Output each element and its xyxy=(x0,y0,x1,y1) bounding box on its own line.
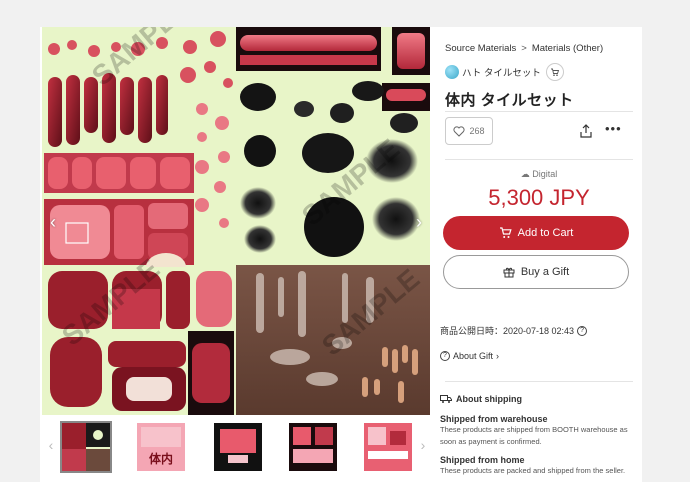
breadcrumb-materials-other[interactable]: Materials (Other) xyxy=(532,43,603,54)
product-price: 5,300 JPY xyxy=(488,185,590,210)
product-type: ☁ Digital xyxy=(445,169,633,180)
thumbnail-2[interactable]: 体内 xyxy=(137,423,185,471)
like-count: 268 xyxy=(469,126,485,136)
shop-link[interactable]: ハト タイルセット xyxy=(445,63,564,81)
divider xyxy=(445,381,633,382)
thumbnail-caption: 体内 xyxy=(149,451,173,466)
published-date: 商品公開日時：2020-07-18 02:43 ? xyxy=(440,324,588,337)
add-to-cart-button[interactable]: Add to Cart xyxy=(443,216,629,250)
product-title: 体内 タイルセット xyxy=(445,92,574,109)
cloud-icon: ☁ xyxy=(520,169,530,179)
about-shipping-label: About shipping xyxy=(456,394,522,404)
buy-gift-label: Buy a Gift xyxy=(520,266,570,278)
product-info-panel: Source Materials > Materials (Other) ハト タイ… xyxy=(440,27,633,482)
cart-icon xyxy=(499,227,512,238)
help-icon[interactable]: ? xyxy=(577,325,588,336)
thumbnail-5[interactable] xyxy=(364,423,412,471)
home-description: These products are packed and shipped fr… xyxy=(440,466,626,475)
add-to-cart-label: Add to Cart xyxy=(517,227,574,239)
divider xyxy=(445,111,633,112)
buy-gift-button[interactable]: Buy a Gift xyxy=(443,255,629,289)
warehouse-title: Shipped from warehouse xyxy=(440,414,548,424)
share-icon[interactable] xyxy=(578,123,594,139)
warehouse-description: These products are shipped from BOOTH wa… xyxy=(440,425,628,446)
thumb-prev-arrow[interactable]: ‹ xyxy=(46,437,56,453)
chevron-right-icon: › xyxy=(496,351,500,361)
product-card: SAMPLE SAMPLE SAMPLE SAMPLE ‹ › ‹ 体内 › S… xyxy=(40,27,642,482)
published-text: 商品公開日時：2020-07-18 02:43 xyxy=(440,326,575,336)
more-options-icon[interactable]: ••• xyxy=(605,122,621,139)
breadcrumb: Source Materials > Materials (Other) xyxy=(445,43,603,54)
heart-icon xyxy=(453,125,466,137)
thumbnail-1[interactable] xyxy=(60,421,112,473)
shop-cart-icon[interactable] xyxy=(545,63,564,81)
divider xyxy=(445,159,633,160)
truck-icon xyxy=(440,395,452,403)
main-product-image[interactable]: SAMPLE SAMPLE SAMPLE SAMPLE ‹ › xyxy=(42,27,430,415)
home-title: Shipped from home xyxy=(440,455,525,465)
prev-image-arrow[interactable]: ‹ xyxy=(46,212,60,232)
gift-icon xyxy=(503,267,515,278)
image-gallery: SAMPLE SAMPLE SAMPLE SAMPLE ‹ › ‹ 体内 › xyxy=(40,27,430,482)
about-gift-label: About Gift xyxy=(453,351,494,361)
breadcrumb-separator: > xyxy=(521,43,527,54)
thumbnail-3[interactable] xyxy=(214,423,262,471)
product-type-label: Digital xyxy=(532,169,558,179)
page: SAMPLE SAMPLE SAMPLE SAMPLE ‹ › ‹ 体内 › S… xyxy=(0,0,690,482)
thumbnail-4[interactable] xyxy=(289,423,337,471)
shop-avatar xyxy=(445,65,459,79)
help-icon: ? xyxy=(440,351,450,361)
thumb-next-arrow[interactable]: › xyxy=(418,437,428,453)
like-button[interactable]: 268 xyxy=(445,117,493,145)
thumbnail-strip: ‹ 体内 › xyxy=(40,419,430,477)
breadcrumb-source-materials[interactable]: Source Materials xyxy=(445,43,516,54)
next-image-arrow[interactable]: › xyxy=(412,212,426,232)
shop-name[interactable]: ハト タイルセット xyxy=(462,65,541,79)
about-shipping-heading: About shipping xyxy=(440,394,522,404)
about-gift-link[interactable]: ? About Gift › xyxy=(440,351,499,361)
